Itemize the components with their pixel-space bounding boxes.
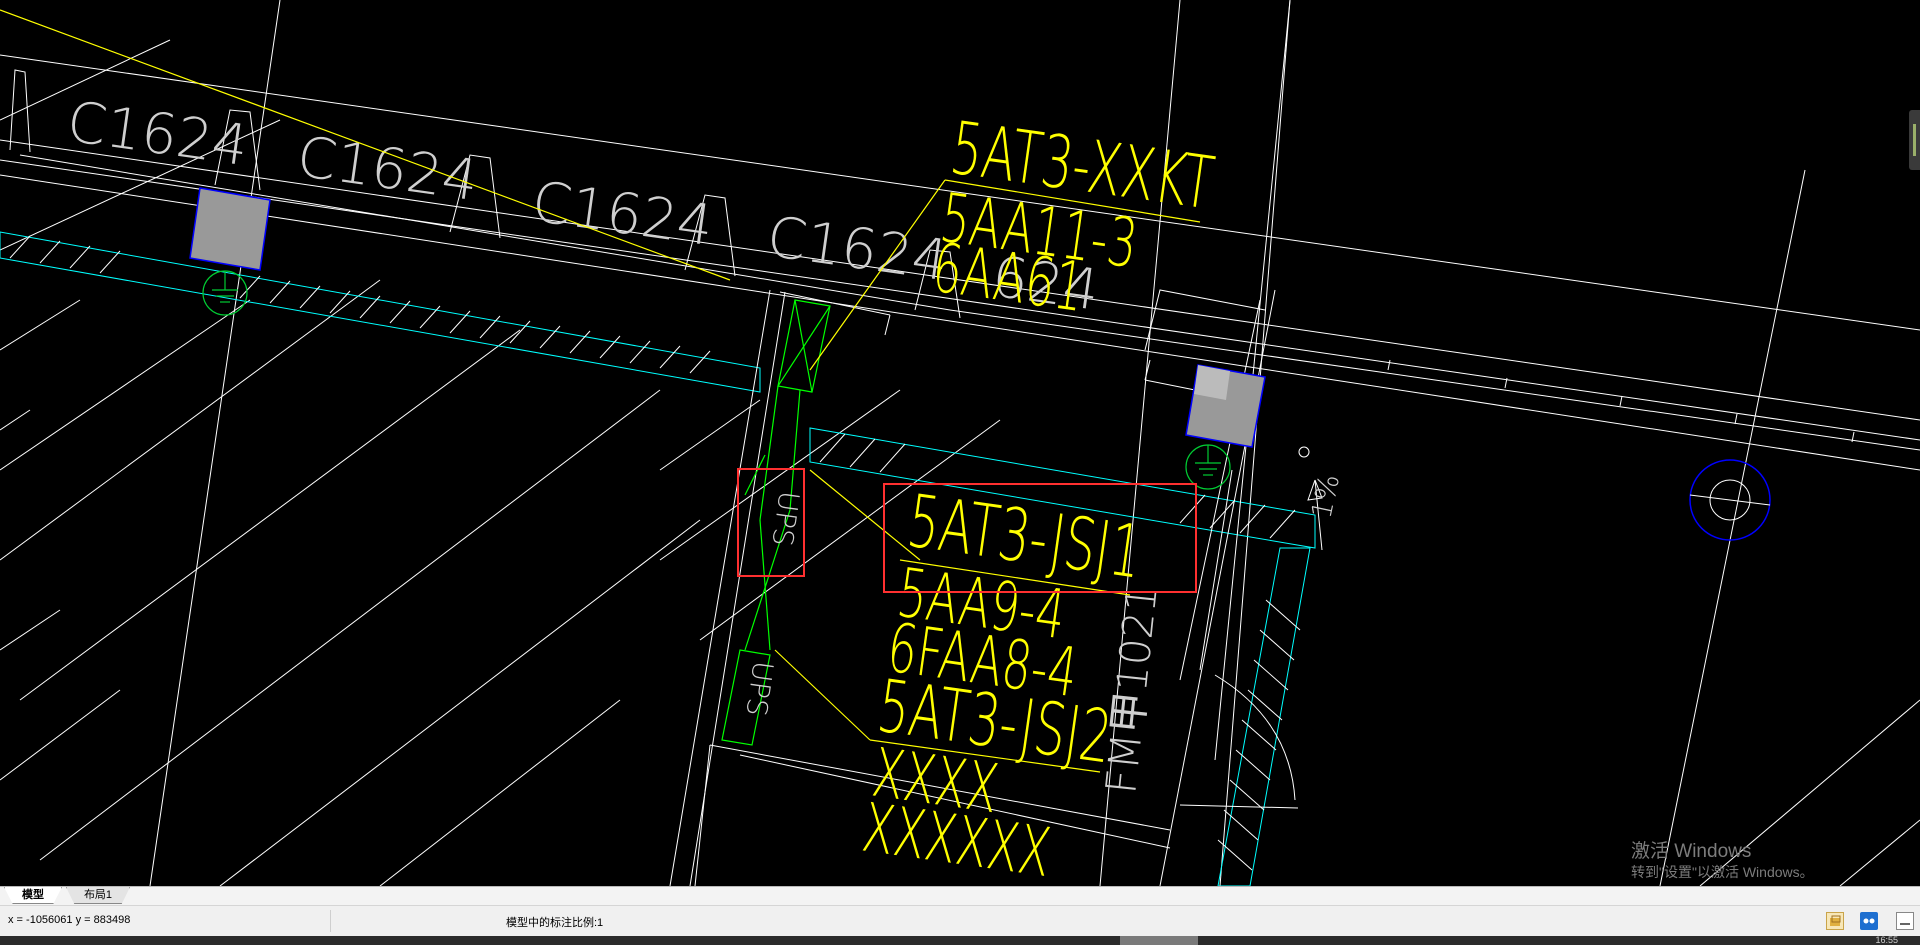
tab-layout1[interactable]: 布局1	[66, 887, 130, 904]
minimize-panel-icon[interactable]	[1896, 912, 1914, 930]
status-bar: x = -1056061 y = 883498 模型中的标注比例:1	[0, 905, 1920, 936]
status-separator	[330, 910, 331, 932]
ups-label: UPS	[765, 489, 805, 548]
floor-drain	[1689, 459, 1771, 541]
side-panel-indicator	[1913, 124, 1916, 156]
cursor-coordinates: x = -1056061 y = 883498	[8, 914, 131, 926]
notification-icon[interactable]	[1826, 912, 1844, 930]
activation-watermark: 激活 Windows 转到"设置"以激活 Windows。	[1631, 841, 1814, 881]
taskbar-clock: 16:55	[1875, 935, 1898, 945]
taskbar-active-item[interactable]	[1120, 936, 1198, 945]
side-panel-handle[interactable]	[1909, 110, 1920, 170]
watermark-title: 激活 Windows	[1631, 841, 1752, 862]
ups-label: UPS	[739, 659, 779, 718]
drawing-canvas[interactable]: C1624 C1624 C1624 C1624 624 1% UPS UPS F…	[0, 0, 1920, 886]
tab-model[interactable]: 模型	[4, 887, 62, 904]
snap-toggle-icon[interactable]	[1860, 912, 1878, 930]
window-label: C1624	[763, 204, 952, 294]
window-label: C1624	[293, 124, 482, 214]
annotation-scale-label: 模型中的标注比例:1	[506, 917, 604, 929]
taskbar-strip: 16:55	[0, 935, 1920, 945]
window-label: C1624	[63, 89, 252, 179]
cad-drawing[interactable]: C1624 C1624 C1624 C1624 624 1% UPS UPS F…	[0, 0, 1920, 886]
panel-jsj2-sub2: XXXXXX	[858, 787, 1056, 886]
slope-label: 1%	[1305, 471, 1347, 521]
layout-tab-bar: 模型 布局1	[0, 886, 1920, 905]
window-label: C1624	[528, 169, 717, 259]
watermark-subtitle: 转到"设置"以激活 Windows。	[1631, 864, 1814, 880]
